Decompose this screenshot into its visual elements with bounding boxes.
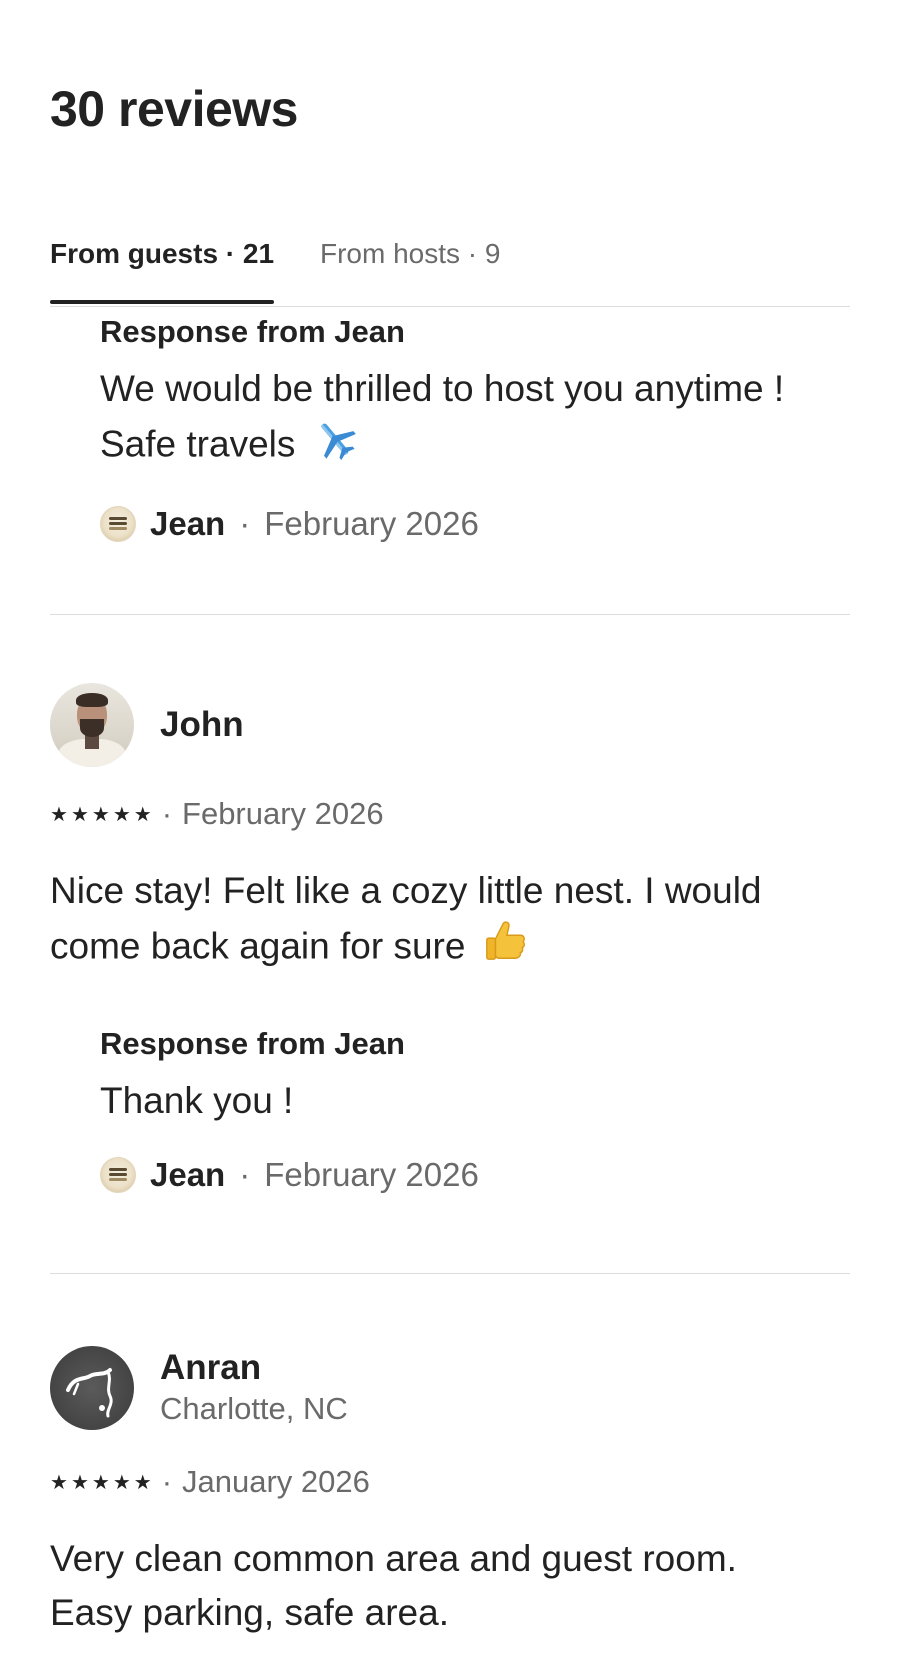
- separator-dot: ·: [161, 796, 173, 831]
- response-heading: Response from Jean: [100, 1026, 405, 1061]
- host-avatar[interactable]: [100, 506, 136, 543]
- responder-row: Jean · February 2026: [100, 1156, 850, 1194]
- star-rating: ★ ★ ★ ★ ★: [50, 802, 152, 827]
- host-response: Response from Jean Thank you ! Jean · Fe…: [100, 1025, 850, 1194]
- avatar[interactable]: [50, 1346, 134, 1430]
- thumbs-up-icon: [482, 918, 528, 979]
- separator-dot: ·: [239, 1156, 251, 1194]
- separator-dot: ·: [239, 505, 251, 543]
- airplane-icon: [312, 416, 358, 477]
- reviewer-info: Anran Charlotte, NC: [160, 1347, 348, 1429]
- reviewer-header: Anran Charlotte, NC: [50, 1346, 850, 1430]
- star-icon: ★: [112, 803, 131, 826]
- response-text-content: We would be thrilled to host you anytime…: [100, 368, 785, 465]
- reviewer-location: Charlotte, NC: [160, 1390, 348, 1426]
- reviewer-header: John: [50, 683, 850, 767]
- response-heading: Response from Jean: [100, 314, 405, 349]
- responder-row: Jean · February 2026: [100, 505, 850, 543]
- divider: [50, 1273, 850, 1274]
- star-icon: ★: [133, 1471, 152, 1494]
- response-text: We would be thrilled to host you anytime…: [100, 362, 820, 477]
- star-icon: ★: [91, 1471, 110, 1494]
- tab-from-hosts[interactable]: From hosts · 9: [320, 230, 500, 278]
- rating-row: ★ ★ ★ ★ ★ · February 2026: [50, 796, 384, 832]
- response-date: February 2026: [264, 505, 479, 543]
- star-icon: ★: [70, 803, 89, 826]
- tab-from-guests[interactable]: From guests · 21: [50, 230, 275, 304]
- star-icon: ★: [91, 803, 110, 826]
- responder-name[interactable]: Jean: [150, 505, 225, 543]
- rating-row: ★ ★ ★ ★ ★ · January 2026: [50, 1464, 370, 1500]
- star-icon: ★: [50, 803, 68, 826]
- page-title: 30 reviews: [50, 81, 298, 137]
- review-date: January 2026: [182, 1464, 370, 1499]
- responder-name[interactable]: Jean: [150, 1156, 225, 1194]
- review-tabs: From guests · 21 From hosts · 9: [50, 230, 850, 307]
- response-text: Thank you !: [100, 1080, 294, 1122]
- divider: [50, 614, 850, 615]
- reviewer-name[interactable]: Anran: [160, 1347, 348, 1389]
- review-text-content: Nice stay! Felt like a cozy little nest.…: [50, 870, 762, 967]
- response-date: February 2026: [264, 1156, 479, 1194]
- star-icon: ★: [70, 1471, 89, 1494]
- reviews-page: 30 reviews From guests · 21 From hosts ·…: [0, 0, 900, 1654]
- reviewer-name[interactable]: John: [160, 704, 244, 746]
- star-icon: ★: [133, 803, 152, 826]
- host-avatar[interactable]: [100, 1157, 136, 1194]
- separator-dot: ·: [161, 1464, 173, 1499]
- star-icon: ★: [50, 1471, 68, 1494]
- review-date: February 2026: [182, 796, 384, 831]
- host-response: Response from Jean We would be thrilled …: [100, 313, 850, 543]
- avatar[interactable]: [50, 683, 134, 767]
- star-icon: ★: [112, 1471, 131, 1494]
- review-text: Very clean common area and guest room. E…: [50, 1538, 737, 1633]
- reviewer-info: John: [160, 704, 244, 746]
- review-text: Nice stay! Felt like a cozy little nest.…: [50, 864, 810, 979]
- star-rating: ★ ★ ★ ★ ★: [50, 1470, 152, 1495]
